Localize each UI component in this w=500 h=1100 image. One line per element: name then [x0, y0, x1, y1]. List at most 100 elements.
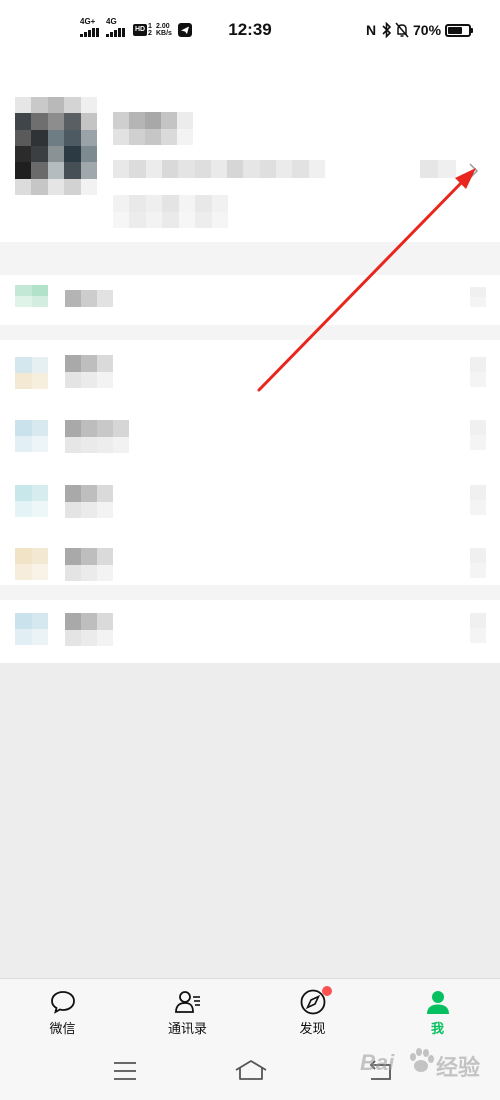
- tab-label: 通讯录: [167, 1021, 207, 1036]
- pixelated-cell: [65, 629, 81, 646]
- signal-icon: [106, 28, 125, 37]
- pixelated-cell: [64, 97, 81, 114]
- app-notification-icon: [178, 23, 192, 37]
- pixelated-cell: [113, 160, 130, 178]
- pixelated-cell: [145, 211, 163, 228]
- pixelated-cell: [97, 436, 113, 453]
- tab-label: 发现: [299, 1021, 326, 1036]
- pixelated-cell: [162, 211, 179, 228]
- pixelated-cell: [15, 357, 32, 373]
- section-divider: [0, 242, 500, 275]
- pixelated-cell: [81, 290, 97, 307]
- pixelated-cell: [113, 112, 129, 129]
- pixelated-cell: [97, 501, 113, 518]
- home-icon[interactable]: [234, 1059, 268, 1081]
- avatar[interactable]: [15, 97, 97, 195]
- signal-1: 4G+: [80, 18, 99, 37]
- menu-row-label: [65, 613, 113, 646]
- chat-bubble-icon: [50, 991, 75, 1014]
- pixelated-cell: [80, 129, 97, 146]
- network-type-1: 4G+: [80, 17, 96, 26]
- pixelated-cell: [227, 160, 244, 178]
- hd-sims: 1 2: [148, 23, 152, 37]
- tab-contacts[interactable]: 通讯录: [125, 979, 250, 1045]
- back-icon[interactable]: [368, 1060, 394, 1082]
- pixelated-cell: [177, 112, 193, 129]
- menu-row-label: [65, 548, 113, 581]
- pixelated-cell: [97, 548, 113, 565]
- pixelated-cell: [15, 296, 32, 307]
- chevron-right-icon[interactable]: [466, 162, 480, 180]
- tab-label: 我: [430, 1021, 444, 1036]
- pixelated-cell: [65, 420, 81, 437]
- profile-name: [113, 112, 193, 145]
- pixelated-cell: [161, 112, 177, 129]
- menu-row[interactable]: [0, 526, 500, 585]
- pixelated-cell: [470, 628, 486, 643]
- pixelated-cell: [47, 178, 65, 195]
- pixelated-cell: [470, 485, 486, 500]
- network-speed: 2.00 KB/s: [156, 23, 172, 37]
- pixelated-cell: [64, 146, 81, 163]
- pixelated-cell: [31, 373, 48, 389]
- chevron-right-icon: [470, 420, 486, 450]
- pixelated-cell: [145, 195, 163, 212]
- pixelated-cell: [97, 290, 113, 307]
- pixelated-cell: [129, 128, 145, 145]
- pixelated-cell: [420, 160, 438, 178]
- nfc-icon: N: [366, 22, 377, 38]
- pixelated-cell: [31, 485, 48, 501]
- system-nav-bar: [0, 1045, 500, 1100]
- pixelated-cell: [65, 485, 81, 502]
- pixelated-cell: [113, 211, 130, 228]
- pixelated-cell: [15, 146, 32, 163]
- pixelated-cell: [31, 129, 48, 146]
- pixelated-cell: [81, 420, 97, 437]
- pixelated-cell: [470, 435, 486, 450]
- pixelated-cell: [81, 548, 97, 565]
- pixelated-cell: [470, 500, 486, 515]
- pixelated-cell: [65, 564, 81, 581]
- pixelated-cell: [64, 162, 81, 179]
- battery-percent: 70%: [413, 22, 442, 38]
- pixelated-cell: [65, 501, 81, 518]
- tab-chats[interactable]: 微信: [0, 979, 125, 1045]
- network-type-2: 4G: [106, 17, 117, 26]
- pixelated-cell: [80, 113, 97, 130]
- pixelated-cell: [438, 160, 456, 178]
- chevron-right-icon: [470, 548, 486, 578]
- pixelated-cell: [15, 564, 32, 580]
- pixelated-cell: [97, 371, 113, 388]
- pixelated-cell: [80, 178, 97, 195]
- pixelated-cell: [113, 420, 129, 437]
- tab-discover[interactable]: 发现: [250, 979, 375, 1045]
- pixelated-icon: [15, 357, 48, 389]
- hd-badge: HD: [133, 24, 147, 36]
- menu-group: [0, 340, 500, 585]
- pixelated-cell: [470, 372, 486, 387]
- pixelated-cell: [47, 129, 65, 146]
- menu-row[interactable]: [0, 340, 500, 402]
- pixelated-cell: [80, 162, 97, 179]
- tab-me[interactable]: 我: [375, 979, 500, 1045]
- pixelated-cell: [195, 211, 212, 228]
- pixelated-cell: [15, 436, 32, 452]
- pixelated-cell: [31, 146, 48, 163]
- pixelated-cell: [31, 564, 48, 580]
- speed-unit: KB/s: [156, 30, 172, 37]
- pixelated-cell: [15, 629, 32, 645]
- menu-row[interactable]: [0, 275, 500, 325]
- pixelated-cell: [80, 97, 97, 114]
- menu-row[interactable]: [0, 600, 500, 663]
- menu-row[interactable]: [0, 464, 500, 526]
- menu-row[interactable]: [0, 402, 500, 464]
- pixelated-cell: [47, 162, 65, 179]
- pixelated-cell: [15, 178, 32, 195]
- profile-header[interactable]: [0, 60, 500, 242]
- qr-code-icon[interactable]: [420, 160, 456, 178]
- pixelated-cell: [15, 285, 32, 296]
- pixelated-cell: [81, 355, 97, 372]
- pixelated-cell: [65, 355, 81, 372]
- menu-icon[interactable]: [113, 1061, 137, 1081]
- section-divider: [0, 585, 500, 600]
